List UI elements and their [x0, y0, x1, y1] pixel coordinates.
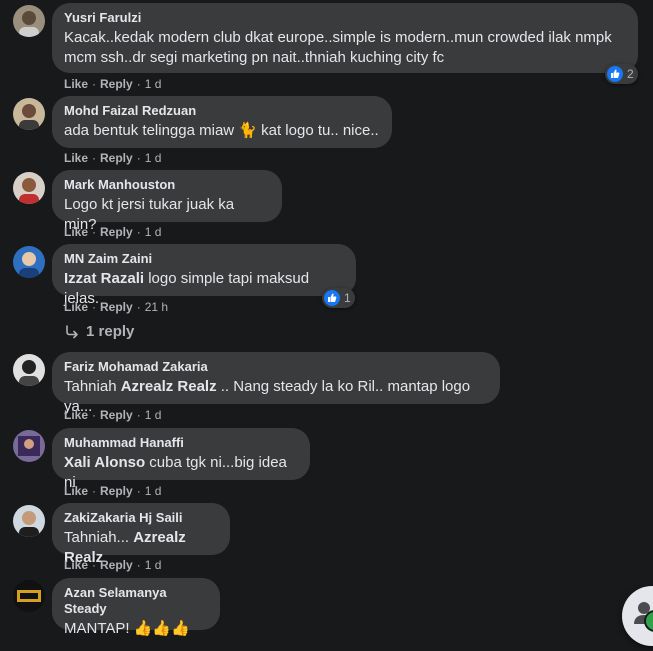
reply-button[interactable]: Reply	[100, 300, 133, 314]
comment-author[interactable]: Mark Manhouston	[64, 177, 270, 193]
like-button[interactable]: Like	[64, 300, 88, 314]
comment-time[interactable]: 1 d	[145, 77, 162, 91]
comment-text: MANTAP! 👍👍👍	[64, 620, 190, 637]
avatar[interactable]	[13, 172, 45, 204]
comment-author[interactable]: Fariz Mohamad Zakaria	[64, 359, 488, 375]
reply-button[interactable]: Reply	[100, 77, 133, 91]
like-reaction-icon	[607, 66, 623, 82]
reply-arrow-icon	[66, 324, 78, 338]
comment-author[interactable]: Mohd Faizal Redzuan	[64, 103, 380, 119]
avatar[interactable]	[13, 98, 45, 130]
comment-author[interactable]: Muhammad Hanaffi	[64, 435, 298, 451]
comment-bubble: Mark Manhouston Logo kt jersi tukar juak…	[52, 170, 282, 233]
comment-time[interactable]: 1 d	[145, 151, 162, 165]
mention-link[interactable]: Xali Alonso	[64, 454, 145, 471]
avatar-image	[19, 11, 39, 37]
like-reaction-icon	[324, 290, 340, 306]
comment-author[interactable]: Yusri Farulzi	[64, 10, 626, 26]
avatar[interactable]	[13, 505, 45, 537]
comment-bubble: ZakiZakaria Hj Saili Tahniah... Azrealz …	[52, 503, 230, 566]
comment-author[interactable]: Azan Selamanya Steady	[64, 585, 208, 617]
comment-time[interactable]: 21 h	[145, 300, 168, 314]
reply-button[interactable]: Reply	[100, 484, 133, 498]
reply-button[interactable]: Reply	[100, 225, 133, 239]
like-button[interactable]: Like	[64, 77, 88, 91]
comment-bubble: Fariz Mohamad Zakaria Tahniah Azrealz Re…	[52, 352, 500, 415]
comment-actions: Like · Reply · 1 d	[64, 151, 162, 165]
avatar[interactable]	[13, 580, 45, 612]
reply-button[interactable]: Reply	[100, 408, 133, 422]
reaction-count[interactable]: 2	[605, 64, 638, 84]
avatar[interactable]	[13, 246, 45, 278]
comment-bubble: MN Zaim Zaini Izzat Razali logo simple t…	[52, 244, 356, 307]
comment-actions: Like · Reply · 21 h	[64, 300, 169, 314]
comment-text: ada bentuk telingga miaw 🐈 kat logo tu..…	[64, 122, 379, 139]
reaction-number: 2	[627, 67, 634, 81]
comment-time[interactable]: 1 d	[145, 408, 162, 422]
like-button[interactable]: Like	[64, 151, 88, 165]
like-button[interactable]: Like	[64, 484, 88, 498]
avatar-image	[19, 104, 39, 130]
comment-actions: Like · Reply · 1 d	[64, 484, 162, 498]
avatar-image	[19, 178, 39, 204]
comment-bubble: Muhammad Hanaffi Xali Alonso cuba tgk ni…	[52, 428, 310, 491]
avatar[interactable]	[13, 5, 45, 37]
comment-author[interactable]: ZakiZakaria Hj Saili	[64, 510, 218, 526]
like-button[interactable]: Like	[64, 558, 88, 572]
avatar[interactable]	[13, 354, 45, 386]
comment-time[interactable]: 1 d	[145, 484, 162, 498]
reply-count[interactable]: 1 reply	[86, 323, 134, 340]
comment-time[interactable]: 1 d	[145, 558, 162, 572]
avatar-image	[17, 590, 41, 602]
comment-text: Kacak..kedak modern club dkat europe..si…	[64, 29, 612, 66]
comment-time[interactable]: 1 d	[145, 225, 162, 239]
comment-bubble: Azan Selamanya Steady MANTAP! 👍👍👍	[52, 578, 220, 637]
mention-link[interactable]: Izzat Razali	[64, 270, 144, 287]
reaction-count[interactable]: 1	[322, 288, 355, 308]
comment-bubble: Yusri Farulzi Kacak..kedak modern club d…	[52, 3, 638, 73]
reaction-number: 1	[344, 291, 351, 305]
avatar-image	[19, 252, 39, 278]
mention-link[interactable]: Azrealz Realz	[121, 378, 217, 395]
avatar-image	[19, 511, 39, 537]
like-button[interactable]: Like	[64, 225, 88, 239]
comment-actions: Like · Reply · 1 d	[64, 558, 162, 572]
comment-author[interactable]: MN Zaim Zaini	[64, 251, 344, 267]
like-button[interactable]: Like	[64, 408, 88, 422]
comment-actions: Like · Reply · 1 d	[64, 77, 162, 91]
comment-actions: Like · Reply · 1 d	[64, 408, 162, 422]
avatar[interactable]	[13, 430, 45, 462]
reply-button[interactable]: Reply	[100, 558, 133, 572]
avatar-image	[19, 360, 39, 386]
comment-actions: Like · Reply · 1 d	[64, 225, 162, 239]
comment-bubble: Mohd Faizal Redzuan ada bentuk telingga …	[52, 96, 392, 148]
avatar-image	[18, 436, 40, 456]
reply-button[interactable]: Reply	[100, 151, 133, 165]
view-replies-link[interactable]: 1 reply	[64, 323, 134, 340]
